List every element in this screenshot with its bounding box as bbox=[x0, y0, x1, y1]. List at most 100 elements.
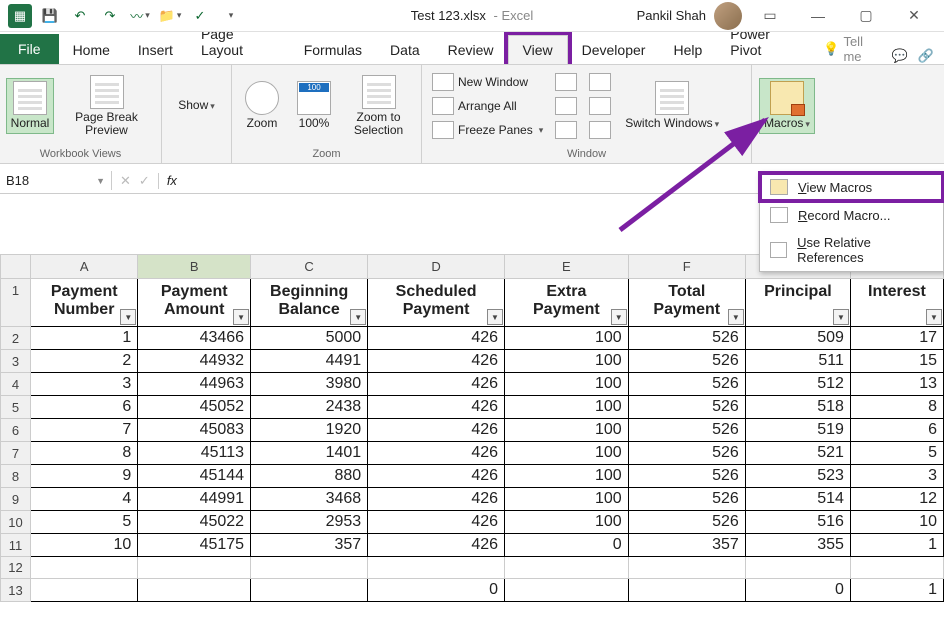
cell[interactable]: 0 bbox=[505, 534, 629, 557]
cell[interactable]: 5000 bbox=[251, 327, 368, 350]
filter-btn-f[interactable]: ▼ bbox=[728, 309, 744, 325]
redo-icon[interactable]: ↷ bbox=[98, 4, 122, 28]
cancel-formula-icon[interactable]: ✕ bbox=[120, 173, 131, 189]
sync-scroll-button[interactable] bbox=[585, 95, 615, 117]
cell[interactable]: 426 bbox=[368, 373, 505, 396]
cell[interactable]: 45113 bbox=[138, 442, 251, 465]
cell[interactable]: 45022 bbox=[138, 511, 251, 534]
row-header-11[interactable]: 11 bbox=[1, 534, 31, 557]
cell[interactable]: 526 bbox=[628, 419, 745, 442]
cell[interactable]: 426 bbox=[368, 350, 505, 373]
filter-btn-h[interactable]: ▼ bbox=[926, 309, 942, 325]
cell[interactable]: 44963 bbox=[138, 373, 251, 396]
cell[interactable]: 519 bbox=[745, 419, 850, 442]
col-header-a[interactable]: A bbox=[31, 255, 138, 279]
cell[interactable]: 509 bbox=[745, 327, 850, 350]
tab-data[interactable]: Data bbox=[376, 36, 434, 64]
hide-button[interactable] bbox=[551, 95, 581, 117]
cell[interactable]: 6 bbox=[850, 419, 943, 442]
cell[interactable]: 15 bbox=[850, 350, 943, 373]
qat-customize-icon[interactable] bbox=[218, 4, 242, 28]
tab-help[interactable]: Help bbox=[659, 36, 716, 64]
cell[interactable]: 355 bbox=[745, 534, 850, 557]
cell[interactable]: 45052 bbox=[138, 396, 251, 419]
cell[interactable]: 426 bbox=[368, 442, 505, 465]
cell[interactable]: 512 bbox=[745, 373, 850, 396]
cell[interactable]: 100 bbox=[505, 327, 629, 350]
switch-windows-button[interactable]: Switch Windows bbox=[619, 79, 725, 132]
cell[interactable]: 45083 bbox=[138, 419, 251, 442]
cell[interactable]: 426 bbox=[368, 511, 505, 534]
cell[interactable]: 5 bbox=[850, 442, 943, 465]
cell[interactable]: 100 bbox=[505, 350, 629, 373]
cell[interactable]: 526 bbox=[628, 488, 745, 511]
row-header-3[interactable]: 3 bbox=[1, 350, 31, 373]
freeze-panes-button[interactable]: Freeze Panes bbox=[428, 119, 547, 141]
save-icon[interactable]: 💾 bbox=[38, 4, 62, 28]
cell[interactable]: 1 bbox=[31, 327, 138, 350]
cell[interactable]: 526 bbox=[628, 511, 745, 534]
reset-pos-button[interactable] bbox=[585, 119, 615, 141]
col-header-f[interactable]: F bbox=[628, 255, 745, 279]
page-break-preview-button[interactable]: Page Break Preview bbox=[58, 73, 155, 139]
row-header-10[interactable]: 10 bbox=[1, 511, 31, 534]
cell[interactable]: 8 bbox=[850, 396, 943, 419]
cell[interactable]: 526 bbox=[628, 327, 745, 350]
row-header-1[interactable]: 1 bbox=[1, 279, 31, 327]
cell[interactable]: 45144 bbox=[138, 465, 251, 488]
cell[interactable]: 426 bbox=[368, 465, 505, 488]
cell[interactable]: 10 bbox=[31, 534, 138, 557]
cell[interactable]: 100 bbox=[505, 442, 629, 465]
show-button[interactable]: Show bbox=[172, 97, 221, 114]
cell[interactable]: 100 bbox=[505, 511, 629, 534]
row-header-8[interactable]: 8 bbox=[1, 465, 31, 488]
cell[interactable]: 3 bbox=[850, 465, 943, 488]
qat-more-icon[interactable]: 〰 bbox=[128, 4, 152, 28]
cell[interactable]: 3468 bbox=[251, 488, 368, 511]
cell[interactable]: 521 bbox=[745, 442, 850, 465]
share-icon[interactable]: 🔗 bbox=[918, 48, 934, 64]
tab-developer[interactable]: Developer bbox=[568, 36, 660, 64]
cell[interactable]: 13 bbox=[850, 373, 943, 396]
normal-view-button[interactable]: Normal bbox=[6, 78, 54, 133]
cell[interactable]: 526 bbox=[628, 373, 745, 396]
tab-formulas[interactable]: Formulas bbox=[290, 36, 376, 64]
cell[interactable]: 526 bbox=[628, 396, 745, 419]
cell[interactable]: 17 bbox=[850, 327, 943, 350]
cell[interactable]: 426 bbox=[368, 419, 505, 442]
cell[interactable]: 10 bbox=[850, 511, 943, 534]
filter-btn-e[interactable]: ▼ bbox=[611, 309, 627, 325]
filter-btn-a[interactable]: ▼ bbox=[120, 309, 136, 325]
user-avatar[interactable] bbox=[714, 2, 742, 30]
close-icon[interactable]: ✕ bbox=[894, 2, 934, 30]
cell[interactable]: 44991 bbox=[138, 488, 251, 511]
row-header-6[interactable]: 6 bbox=[1, 419, 31, 442]
row-header-9[interactable]: 9 bbox=[1, 488, 31, 511]
view-macros-item[interactable]: View Macros bbox=[760, 173, 943, 201]
cell[interactable]: 100 bbox=[505, 488, 629, 511]
cell[interactable]: 514 bbox=[745, 488, 850, 511]
col-header-d[interactable]: D bbox=[368, 255, 505, 279]
cell[interactable]: 426 bbox=[368, 488, 505, 511]
col-header-e[interactable]: E bbox=[505, 255, 629, 279]
tab-home[interactable]: Home bbox=[59, 36, 124, 64]
cell[interactable]: 1920 bbox=[251, 419, 368, 442]
cell[interactable]: 526 bbox=[628, 350, 745, 373]
cell[interactable]: 526 bbox=[628, 442, 745, 465]
cell[interactable]: 100 bbox=[505, 396, 629, 419]
row-header-2[interactable]: 2 bbox=[1, 327, 31, 350]
macros-button[interactable]: Macros bbox=[759, 78, 815, 133]
cell[interactable]: 9 bbox=[31, 465, 138, 488]
cell[interactable]: 523 bbox=[745, 465, 850, 488]
cell[interactable]: 100 bbox=[505, 465, 629, 488]
row-header-4[interactable]: 4 bbox=[1, 373, 31, 396]
cell[interactable]: 100 bbox=[505, 373, 629, 396]
filter-btn-g[interactable]: ▼ bbox=[833, 309, 849, 325]
cell[interactable]: 2953 bbox=[251, 511, 368, 534]
fx-label[interactable]: fx bbox=[159, 173, 185, 188]
cell[interactable]: 880 bbox=[251, 465, 368, 488]
tab-file[interactable]: File bbox=[0, 34, 59, 64]
use-relative-ref-item[interactable]: Use Relative References bbox=[760, 229, 943, 271]
cell[interactable]: 8 bbox=[31, 442, 138, 465]
name-box[interactable]: B18 ▼ bbox=[0, 171, 112, 190]
